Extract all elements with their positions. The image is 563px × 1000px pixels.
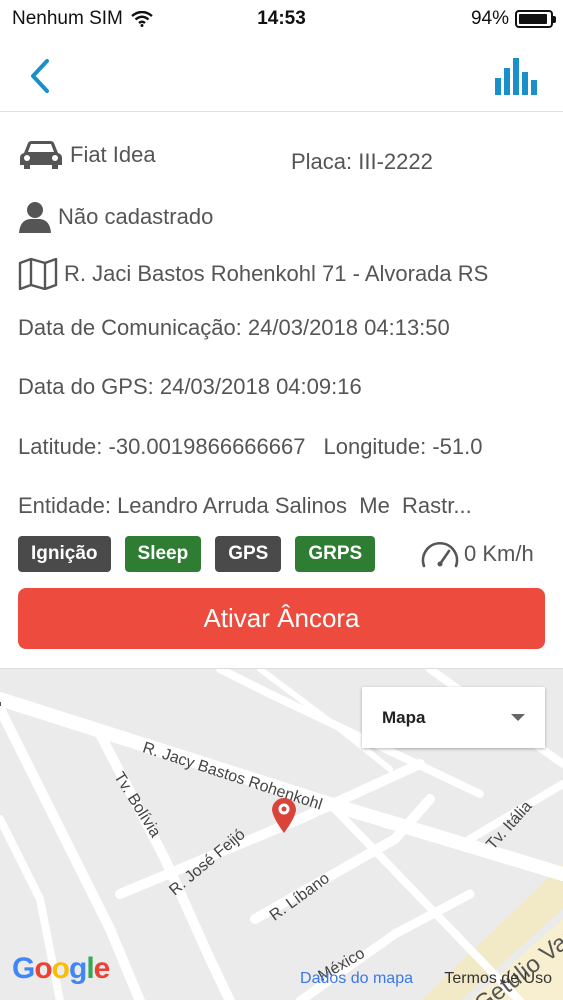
gps-badge: GPS bbox=[215, 536, 282, 572]
status-badges: Ignição Sleep GPS GRPS bbox=[18, 536, 376, 572]
activate-anchor-button[interactable]: Ativar Âncora bbox=[18, 588, 545, 649]
address-row: R. Jaci Bastos Rohenkohl 71 - Alvorada R… bbox=[18, 258, 488, 290]
google-logo: Google bbox=[12, 952, 110, 985]
speedometer-icon bbox=[421, 542, 459, 568]
grps-badge: GRPS bbox=[295, 536, 376, 572]
speed-readout: 0 Km/h bbox=[420, 538, 534, 570]
battery: 94% bbox=[470, 8, 556, 30]
ignition-badge: Ignição bbox=[18, 536, 111, 572]
location-marker-icon[interactable] bbox=[270, 796, 298, 834]
entity: Entidade: Leandro Arruda Salinos Me Rast… bbox=[18, 493, 472, 518]
caret-down-icon bbox=[511, 714, 525, 721]
car-icon bbox=[20, 141, 62, 169]
longitude: Longitude: -51.0 bbox=[323, 434, 483, 459]
gps-date-text: Data do GPS: 24/03/2018 04:09:16 bbox=[18, 374, 362, 399]
address: R. Jaci Bastos Rohenkohl 71 - Alvorada R… bbox=[64, 261, 489, 286]
status-bar: Nenhum SIM 14:53 94% bbox=[0, 0, 563, 38]
statistics-button[interactable] bbox=[495, 58, 537, 96]
vehicle-model-row: Fiat Idea bbox=[18, 138, 156, 172]
back-button[interactable] bbox=[22, 56, 62, 96]
nav-bar bbox=[0, 38, 563, 112]
map-type-value: Mapa bbox=[382, 707, 426, 727]
gps-date: Data do GPS: 24/03/2018 04:09:16 bbox=[18, 374, 362, 400]
sleep-badge: Sleep bbox=[124, 536, 202, 572]
communication-date-text: Data de Comunicação: 24/03/2018 04:13:50 bbox=[18, 315, 450, 340]
person-icon bbox=[19, 202, 51, 233]
coordinates-row: Latitude: -30.0019866666667 Longitude: -… bbox=[18, 434, 563, 460]
map-view[interactable]: R. Jacy Bastos Rohenkohl Tv. Bolívia R. … bbox=[0, 668, 563, 1000]
map-type-select[interactable]: Mapa bbox=[362, 687, 545, 748]
speed-value: 0 Km/h bbox=[464, 541, 534, 566]
latitude: Latitude: -30.0019866666667 bbox=[18, 434, 306, 459]
battery-icon bbox=[515, 10, 556, 28]
driver-name: Não cadastrado bbox=[58, 204, 214, 229]
vehicle-model: Fiat Idea bbox=[70, 142, 156, 167]
vehicle-plate: Placa: III-2222 bbox=[291, 149, 433, 174]
driver-row: Não cadastrado bbox=[18, 200, 213, 234]
battery-percent: 94% bbox=[470, 8, 509, 29]
bar-chart-icon bbox=[495, 58, 537, 95]
map-icon bbox=[18, 258, 58, 290]
entity-row: Entidade: Leandro Arruda Salinos Me Rast… bbox=[18, 493, 472, 519]
map-data-link[interactable]: Dados do mapa bbox=[300, 970, 413, 988]
communication-date: Data de Comunicação: 24/03/2018 04:13:50 bbox=[18, 315, 450, 341]
chevron-left-icon bbox=[31, 59, 49, 93]
terms-of-use-link[interactable]: Termos de Uso bbox=[444, 970, 552, 988]
